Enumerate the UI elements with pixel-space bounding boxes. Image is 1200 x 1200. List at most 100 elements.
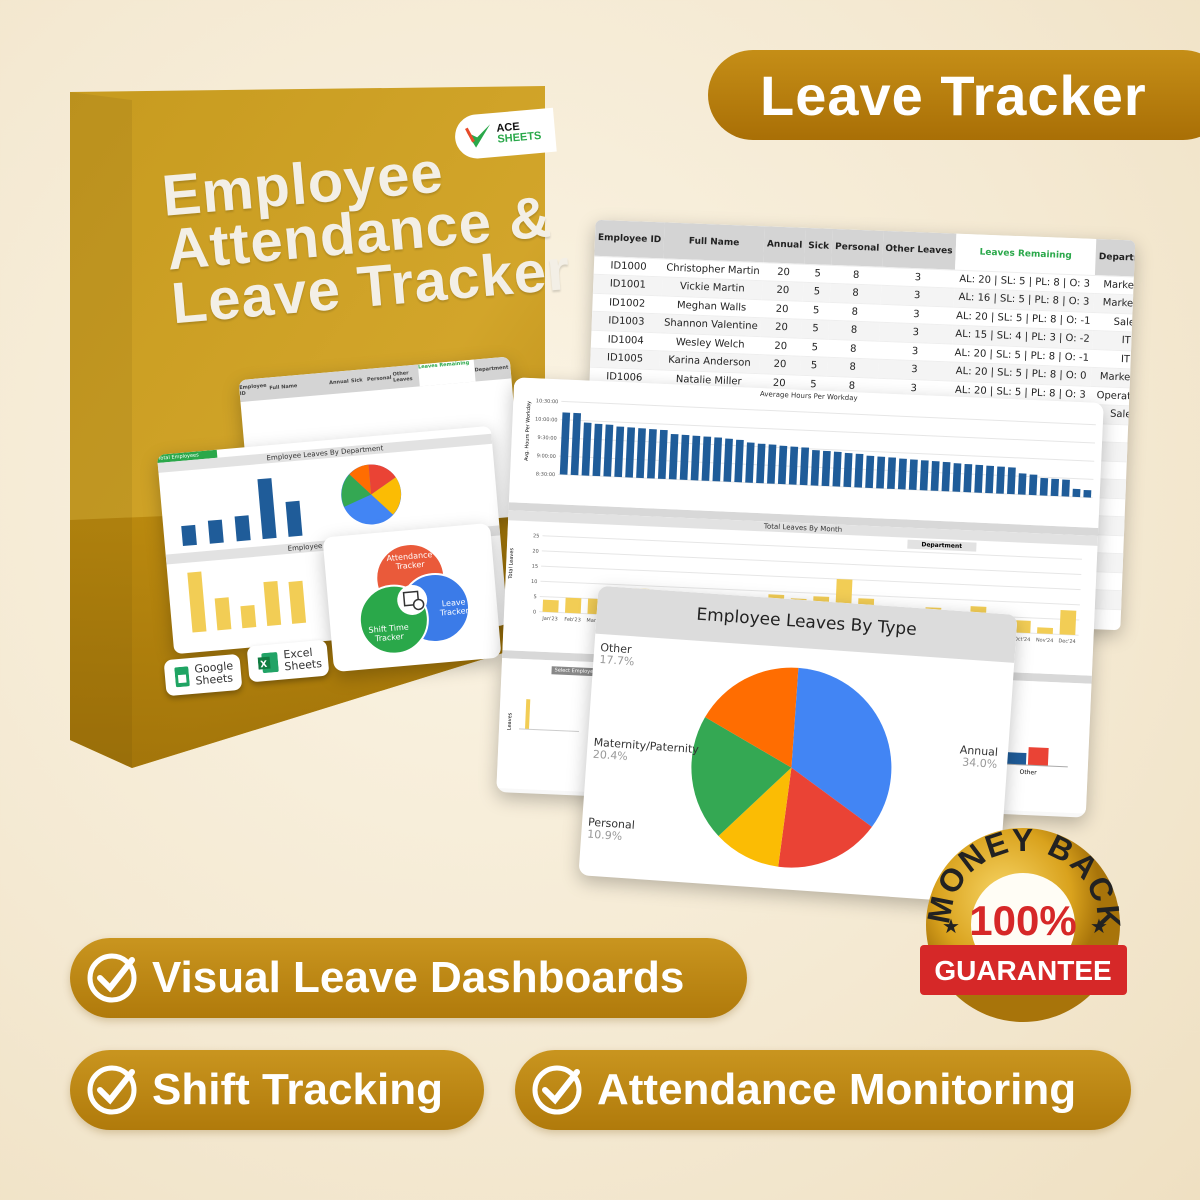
check-circle-icon <box>87 1065 137 1115</box>
table-cell: 5 <box>803 263 832 284</box>
bar <box>832 451 842 487</box>
column-header: Other Leaves <box>881 230 957 270</box>
svg-text:X: X <box>260 660 268 671</box>
x-tick-label: Nov'24 <box>1036 637 1054 644</box>
gridline <box>541 565 1081 591</box>
mini-header: Employee ID <box>238 382 267 398</box>
column-header: Personal <box>831 228 884 267</box>
venn-diagram <box>358 543 471 655</box>
bar <box>777 445 788 485</box>
bar <box>570 412 582 476</box>
y-tick-label: 9:00:00 <box>537 453 557 460</box>
feature-label: Visual Leave Dashboards <box>152 953 685 1002</box>
employee-leaves-chart <box>518 699 579 732</box>
y-tick-label: 0 <box>533 609 536 615</box>
excel-label: Excel Sheets <box>282 645 323 674</box>
bar <box>679 434 690 480</box>
bar <box>897 458 907 490</box>
mini-header: Sick <box>350 377 363 385</box>
table-cell: 5 <box>800 356 828 376</box>
bar <box>963 463 973 493</box>
bar <box>1083 489 1092 498</box>
table-cell: 5 <box>801 337 829 358</box>
table-cell: 20 <box>758 354 802 375</box>
x-tick-label: Oct'24 <box>1014 636 1031 643</box>
bar <box>941 461 951 492</box>
bar <box>854 453 864 488</box>
bar <box>734 439 744 483</box>
pie-percent: 20.4% <box>592 748 628 763</box>
bar <box>919 460 929 491</box>
y-tick-label: 15 <box>532 564 539 570</box>
bar <box>767 444 777 484</box>
bar <box>712 437 723 482</box>
guarantee-text: GUARANTEE <box>934 955 1111 986</box>
venn-leave-label: Leave Tracker <box>439 597 470 618</box>
google-sheets-badge: Google Sheets <box>163 653 243 697</box>
other-label: Other <box>1019 768 1037 777</box>
bar <box>542 599 559 613</box>
bar <box>625 427 636 478</box>
box-title: Employee Attendance & Leave Tracker <box>159 135 573 336</box>
bar <box>930 461 940 491</box>
gridline <box>541 550 1082 575</box>
star-icon: ★ <box>1090 914 1108 938</box>
table-cell: 8 <box>830 283 881 304</box>
table-cell: 20 <box>761 299 804 320</box>
x-tick-label: Dec'24 <box>1058 638 1076 645</box>
feature-pill: Attendance Monitoring <box>515 1050 1131 1130</box>
mini-header: Annual <box>328 378 349 387</box>
table-cell: 5 <box>802 300 831 321</box>
table-cell: 5 <box>803 282 831 302</box>
bar <box>985 465 995 494</box>
bar <box>1072 488 1081 498</box>
column-header: Department <box>1095 239 1136 278</box>
bar <box>614 426 625 478</box>
check-circle-icon <box>87 953 137 1003</box>
excel-badge: X Excel Sheets <box>246 639 330 683</box>
column-header: Annual <box>763 226 806 264</box>
x-tick-label: Feb'23 <box>564 617 581 624</box>
headline-text: Leave Tracker <box>760 63 1147 127</box>
y-tick-label: 10:30:00 <box>536 398 559 405</box>
table-cell: 20 <box>760 317 803 338</box>
google-sheets-icon <box>174 666 190 688</box>
google-sheets-label: Google Sheets <box>193 659 234 688</box>
feature-label: Attendance Monitoring <box>597 1065 1077 1114</box>
bar <box>996 466 1005 494</box>
pie-percent: 10.9% <box>587 828 623 843</box>
bar <box>1014 620 1031 634</box>
bar <box>657 429 668 480</box>
bar <box>592 423 603 477</box>
table-cell: 20 <box>761 280 804 301</box>
bar <box>974 464 984 493</box>
x-tick-label: Jan'23 <box>541 616 558 623</box>
table-cell: 8 <box>828 320 880 341</box>
bar <box>1037 627 1054 635</box>
mini-header: Full Name <box>269 383 298 392</box>
bar <box>1028 474 1038 496</box>
bar <box>1017 473 1027 495</box>
bar <box>559 412 571 475</box>
y-tick-label: 9:30:00 <box>537 435 557 442</box>
excel-icon: X <box>257 652 279 674</box>
bar <box>788 446 799 485</box>
venn-shift-label: Shift Time Tracker <box>368 622 410 644</box>
bar <box>821 450 831 487</box>
bar <box>810 449 820 486</box>
table-cell: 8 <box>827 338 879 360</box>
y-tick-label: 25 <box>533 533 540 539</box>
star-icon: ★ <box>942 914 960 938</box>
feature-pill: Visual Leave Dashboards <box>70 938 747 1018</box>
y-tick-label: 20 <box>532 548 539 554</box>
bar <box>1050 478 1060 497</box>
feature-label: Shift Tracking <box>152 1065 443 1114</box>
bar <box>647 428 657 479</box>
bar <box>636 428 646 479</box>
feature-pill: Shift Tracking <box>70 1050 484 1130</box>
pie-percent: 34.0% <box>962 756 998 771</box>
bar <box>1059 610 1077 636</box>
bar <box>952 463 962 492</box>
column-header: Full Name <box>663 222 765 263</box>
table-cell: 20 <box>762 262 805 283</box>
